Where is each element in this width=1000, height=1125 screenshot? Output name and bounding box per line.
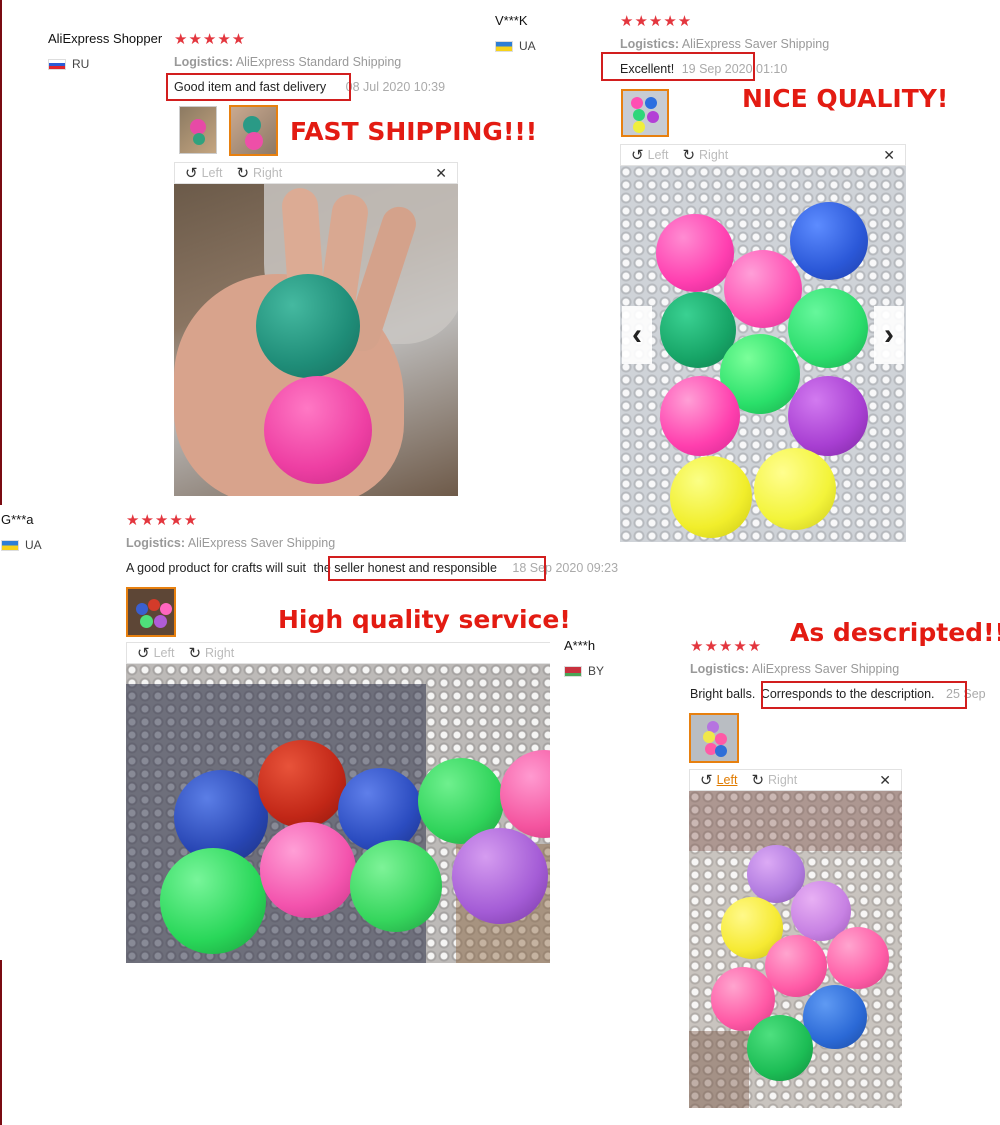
rotate-right-label: Right [699, 148, 729, 162]
reviewer-name: V***K [495, 13, 528, 28]
rotate-right-icon: ↻ [682, 147, 696, 164]
logistics-info: Logistics: AliExpress Saver Shipping [690, 662, 899, 676]
rotate-right-icon: ↻ [751, 772, 765, 789]
rotate-left-label: Left [153, 646, 175, 660]
logistics-value: AliExpress Standard Shipping [235, 55, 402, 69]
logistics-info: Logistics: AliExpress Saver Shipping [620, 37, 829, 51]
country-code: UA [519, 39, 536, 53]
logistics-info: Logistics: AliExpress Standard Shipping [174, 55, 401, 69]
country-code: UA [25, 538, 42, 552]
rotate-left-icon: ↺ [631, 147, 644, 164]
review-thumbnail-selected[interactable] [126, 587, 176, 637]
image-viewer-toolbar: ↺ Left ↻ Right ✕ [620, 144, 906, 166]
image-viewer-toolbar: ↺ Left ↻ Right [126, 642, 550, 664]
close-icon[interactable]: ✕ [883, 147, 895, 164]
highlight-box [761, 681, 967, 709]
reviewer-country: UA [1, 538, 42, 552]
review-photo: ‹ › [620, 166, 906, 542]
logistics-value: AliExpress Saver Shipping [681, 37, 830, 51]
logistics-label: Logistics: [174, 55, 234, 69]
rotate-left-icon: ↺ [700, 772, 713, 789]
review-thumbnail-selected[interactable] [229, 105, 278, 156]
rotate-right-icon: ↻ [188, 645, 202, 662]
rotate-right-button[interactable]: ↻ Right [682, 146, 728, 164]
prev-image-button[interactable]: ‹ [622, 306, 652, 364]
rotate-right-label: Right [253, 166, 283, 180]
country-code: RU [72, 57, 90, 71]
logistics-value: AliExpress Saver Shipping [751, 662, 900, 676]
rotate-right-button[interactable]: ↻ Right [751, 771, 797, 789]
flag-ua-icon [495, 40, 513, 52]
rotate-left-label: Left [201, 166, 223, 180]
flag-ru-icon [48, 58, 66, 70]
review-thumbnail-selected[interactable] [689, 713, 739, 763]
rotate-left-button[interactable]: ↺ Left [700, 771, 737, 789]
review-photo [174, 184, 458, 496]
rotate-right-label: Right [205, 646, 235, 660]
rotate-right-label: Right [768, 773, 798, 787]
review-text-content: Bright balls. [690, 687, 756, 701]
reviewer-name: G***a [1, 512, 34, 527]
reviewer-country: UA [495, 39, 536, 53]
rotate-right-icon: ↻ [236, 165, 250, 182]
rotate-left-label: Left [647, 148, 669, 162]
rating-stars: ★★★★★ [690, 638, 763, 655]
review-photo [689, 791, 902, 1108]
rotate-left-button[interactable]: ↺ Left [631, 146, 668, 164]
review-thumbnail-selected[interactable] [621, 89, 669, 137]
close-icon[interactable]: ✕ [879, 772, 891, 789]
image-viewer-toolbar: ↺ Left ↻ Right ✕ [689, 769, 902, 791]
logistics-label: Logistics: [690, 662, 750, 676]
reviewer-name: AliExpress Shopper [48, 31, 163, 46]
logistics-value: AliExpress Saver Shipping [187, 536, 336, 550]
rotate-left-label: Left [716, 773, 738, 787]
rotate-left-icon: ↺ [137, 645, 150, 662]
flag-by-icon [564, 665, 582, 677]
country-code: BY [588, 664, 605, 678]
logistics-label: Logistics: [620, 37, 680, 51]
review-thumbnail[interactable] [179, 106, 217, 154]
image-viewer-toolbar: ↺ Left ↻ Right ✕ [174, 162, 458, 184]
rating-stars: ★★★★★ [126, 512, 199, 529]
highlight-box [601, 52, 755, 81]
reviewer-name: A***h [564, 638, 596, 653]
highlight-box [328, 556, 546, 581]
highlight-box [166, 73, 351, 101]
edge-bar [0, 0, 2, 505]
rotate-left-icon: ↺ [185, 165, 198, 182]
review-date: 08 Jul 2020 10:39 [345, 80, 446, 94]
reviewer-country: RU [48, 57, 89, 71]
flag-ua-icon [1, 539, 19, 551]
logistics-label: Logistics: [126, 536, 186, 550]
promo-caption: FAST SHIPPING!!! [290, 117, 538, 146]
promo-caption: High quality service! [278, 605, 571, 634]
review-text-content: A good product for crafts will suit [126, 561, 306, 575]
rotate-left-button[interactable]: ↺ Left [137, 644, 174, 662]
logistics-info: Logistics: AliExpress Saver Shipping [126, 536, 335, 550]
close-icon[interactable]: ✕ [435, 165, 447, 182]
rotate-left-button[interactable]: ↺ Left [185, 164, 222, 182]
review-photo [126, 664, 550, 963]
green-ball [256, 274, 360, 378]
rotate-right-button[interactable]: ↻ Right [236, 164, 282, 182]
promo-caption: NICE QUALITY! [742, 84, 949, 113]
next-image-button[interactable]: › [874, 306, 904, 364]
reviewer-country: BY [564, 664, 604, 678]
promo-caption: As descripted!! [790, 618, 1000, 647]
rotate-right-button[interactable]: ↻ Right [188, 644, 234, 662]
edge-bar [0, 960, 2, 1125]
rating-stars: ★★★★★ [620, 13, 693, 30]
pink-ball [264, 376, 372, 484]
rating-stars: ★★★★★ [174, 31, 247, 48]
